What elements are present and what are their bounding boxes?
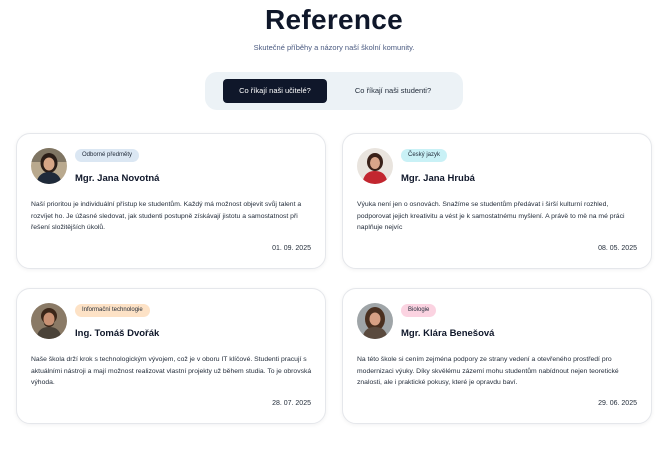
avatar [31,303,67,339]
testimonial-text: Výuka není jen o osnovách. Snažíme se st… [357,201,625,231]
page-subtitle: Skutečné příběhy a názory naší školní ko… [253,43,415,52]
avatar [357,148,393,184]
testimonial-date: 01. 09. 2025 [272,245,311,252]
tab-teachers[interactable]: Co říkají naši učitelé? [223,79,327,103]
testimonial-text: Naše škola drží krok s technologickým vý… [31,356,312,386]
testimonial-text: Na této škole si cením zejména podpory z… [357,356,619,386]
subject-badge: Český jazyk [401,149,448,162]
testimonial-card: Odborné předměty Mgr. Jana Novotná Naší … [16,133,326,269]
testimonial-card: Český jazyk Mgr. Jana Hrubá Výuka není j… [342,133,652,269]
teacher-name: Mgr. Jana Novotná [75,173,160,184]
testimonial-date: 28. 07. 2025 [272,400,311,407]
teacher-name: Ing. Tomáš Dvořák [75,328,160,339]
testimonial-date: 08. 05. 2025 [598,245,637,252]
subject-badge: Biologie [401,304,437,317]
teacher-name: Mgr. Jana Hrubá [401,173,475,184]
page-title: Reference [264,4,404,35]
subject-badge: Informační technologie [75,304,150,317]
testimonial-date: 29. 06. 2025 [598,400,637,407]
avatar [31,148,67,184]
testimonial-text: Naší prioritou je individuální přístup k… [31,201,302,231]
teacher-name: Mgr. Klára Benešová [401,328,495,339]
testimonial-card: Biologie Mgr. Klára Benešová Na této ško… [342,288,652,424]
tab-students[interactable]: Co říkají naši studenti? [339,79,447,103]
avatar [357,303,393,339]
subject-badge: Odborné předměty [75,149,140,162]
tab-bar: Co říkají naši učitelé? Co říkají naši s… [205,72,463,110]
testimonial-card: Informační technologie Ing. Tomáš Dvořák… [16,288,326,424]
